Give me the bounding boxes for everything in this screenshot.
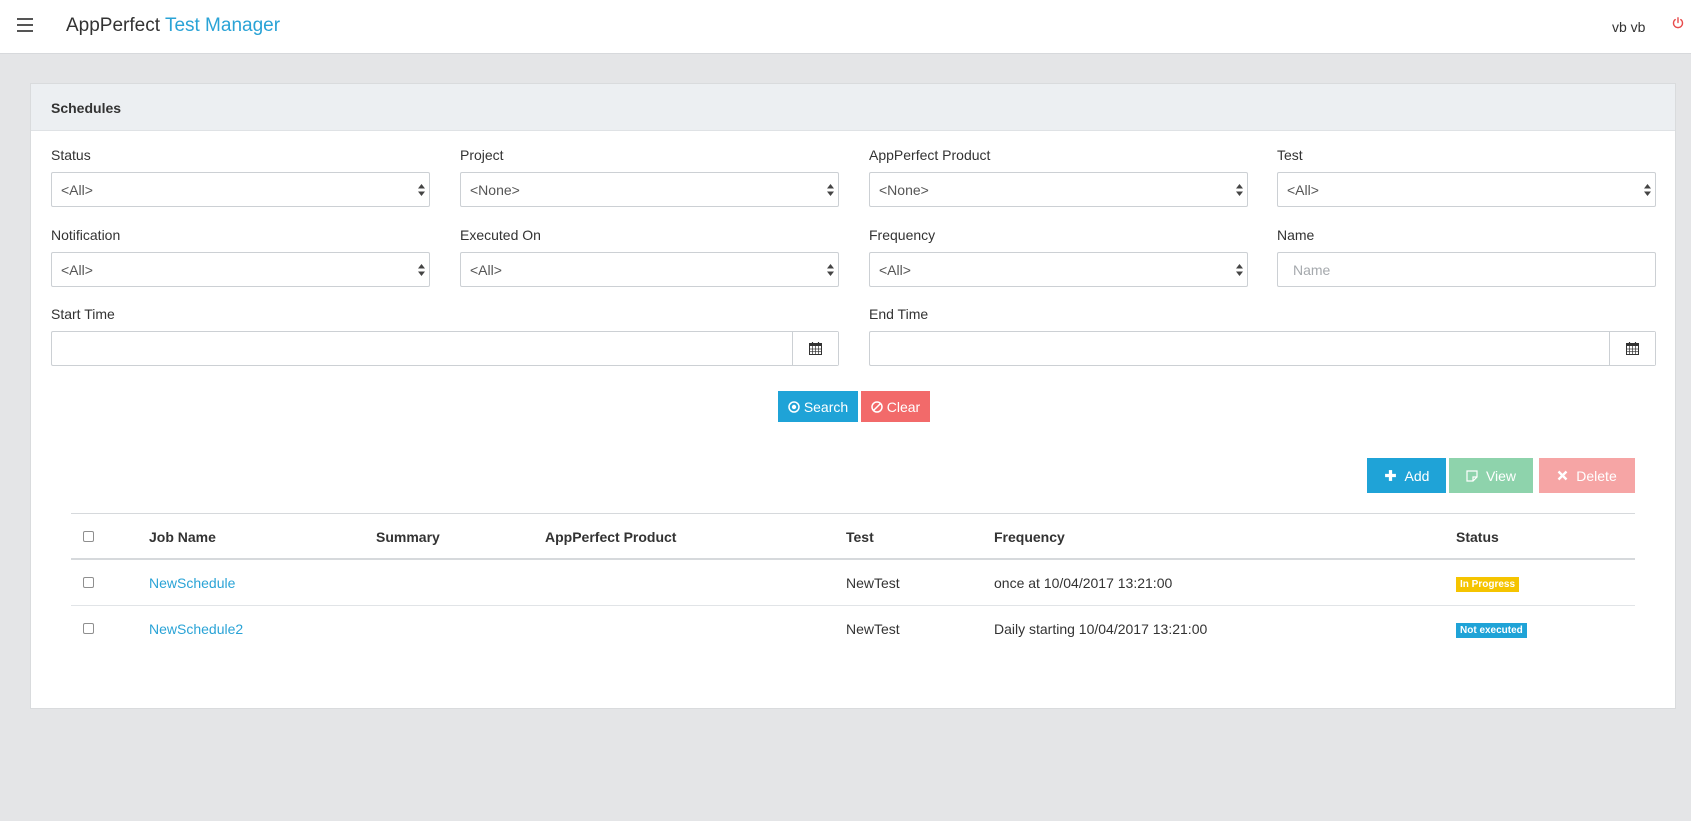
- col-job-name[interactable]: Job Name: [149, 529, 216, 545]
- top-navbar: AppPerfect Test Manager vb vb: [0, 0, 1691, 54]
- search-button[interactable]: Search: [778, 391, 858, 422]
- col-status[interactable]: Status: [1456, 529, 1499, 545]
- table-header: Job Name Summary AppPerfect Product Test…: [71, 513, 1635, 560]
- calendar-icon: [1626, 342, 1639, 355]
- status-badge: Not executed: [1456, 623, 1527, 638]
- add-button[interactable]: Add: [1367, 458, 1446, 493]
- frequency-cell: Daily starting 10/04/2017 13:21:00: [994, 621, 1208, 637]
- name-label: Name: [1277, 227, 1315, 243]
- product-select[interactable]: <None>: [869, 172, 1248, 207]
- search-circle-icon: [788, 400, 800, 413]
- start-time-field[interactable]: [51, 331, 839, 366]
- user-name[interactable]: vb vb: [1612, 19, 1645, 35]
- notification-label: Notification: [51, 227, 121, 243]
- app-brand[interactable]: AppPerfect Test Manager: [66, 15, 280, 37]
- brand-name: AppPerfect: [66, 15, 160, 36]
- project-select[interactable]: <None>: [460, 172, 839, 207]
- executed-on-select[interactable]: <All>: [460, 252, 839, 287]
- notification-select[interactable]: <All>: [51, 252, 430, 287]
- table-row[interactable]: NewSchedule2 NewTest Daily starting 10/0…: [71, 606, 1635, 652]
- clear-button-label: Clear: [886, 398, 921, 415]
- notification-select-value: <All>: [61, 262, 93, 278]
- test-cell: NewTest: [846, 621, 900, 637]
- calendar-icon: [809, 342, 822, 355]
- executed-on-label: Executed On: [460, 227, 541, 243]
- frequency-label: Frequency: [869, 227, 936, 243]
- col-test[interactable]: Test: [846, 529, 874, 545]
- end-time-label: End Time: [869, 306, 929, 322]
- test-label: Test: [1277, 147, 1303, 163]
- status-badge: In Progress: [1456, 577, 1520, 592]
- plus-icon: [1384, 470, 1396, 481]
- test-cell: NewTest: [846, 575, 900, 591]
- start-time-calendar-button[interactable]: [792, 332, 838, 365]
- end-time-field[interactable]: [869, 331, 1656, 366]
- product-label: AppPerfect Product: [869, 147, 991, 163]
- test-select-value: <All>: [1287, 182, 1319, 198]
- status-select[interactable]: <All>: [51, 172, 430, 207]
- select-arrows-icon: [1236, 184, 1243, 196]
- close-icon: [1557, 470, 1568, 481]
- status-select-value: <All>: [61, 182, 93, 198]
- product-select-value: <None>: [879, 182, 929, 198]
- note-icon: [1466, 469, 1478, 482]
- frequency-cell: once at 10/04/2017 13:21:00: [994, 575, 1173, 591]
- executed-on-select-value: <All>: [470, 262, 502, 278]
- start-time-label: Start Time: [51, 306, 115, 322]
- select-arrows-icon: [418, 264, 425, 276]
- col-frequency[interactable]: Frequency: [994, 529, 1065, 545]
- end-time-calendar-button[interactable]: [1609, 332, 1655, 365]
- panel-title: Schedules: [31, 84, 1675, 131]
- frequency-select[interactable]: <All>: [869, 252, 1248, 287]
- delete-button[interactable]: Delete: [1539, 458, 1635, 493]
- schedules-table: Job Name Summary AppPerfect Product Test…: [71, 513, 1635, 652]
- select-all-checkbox[interactable]: [83, 531, 94, 542]
- job-name-link[interactable]: NewSchedule2: [149, 621, 243, 637]
- select-arrows-icon: [1644, 184, 1651, 196]
- power-icon[interactable]: [1672, 17, 1684, 29]
- select-arrows-icon: [1236, 264, 1243, 276]
- name-input[interactable]: [1277, 252, 1656, 287]
- select-arrows-icon: [418, 184, 425, 196]
- status-label: Status: [51, 147, 91, 163]
- brand-product: Test Manager: [164, 15, 281, 36]
- select-arrows-icon: [827, 264, 834, 276]
- row-checkbox[interactable]: [83, 577, 94, 588]
- table-row[interactable]: NewSchedule NewTest once at 10/04/2017 1…: [71, 560, 1635, 606]
- frequency-select-value: <All>: [879, 262, 911, 278]
- row-checkbox[interactable]: [83, 623, 94, 634]
- view-button[interactable]: View: [1449, 458, 1533, 493]
- project-label: Project: [460, 147, 504, 163]
- col-product[interactable]: AppPerfect Product: [545, 529, 676, 545]
- project-select-value: <None>: [470, 182, 520, 198]
- test-select[interactable]: <All>: [1277, 172, 1656, 207]
- ban-icon: [871, 400, 883, 413]
- clear-button[interactable]: Clear: [861, 391, 930, 422]
- add-button-label: Add: [1404, 467, 1430, 484]
- search-button-label: Search: [803, 398, 849, 415]
- view-button-label: View: [1485, 467, 1517, 484]
- job-name-link[interactable]: NewSchedule: [149, 575, 235, 591]
- col-summary[interactable]: Summary: [376, 529, 440, 545]
- delete-button-label: Delete: [1576, 467, 1617, 484]
- select-arrows-icon: [827, 184, 834, 196]
- hamburger-menu-icon[interactable]: [17, 18, 33, 32]
